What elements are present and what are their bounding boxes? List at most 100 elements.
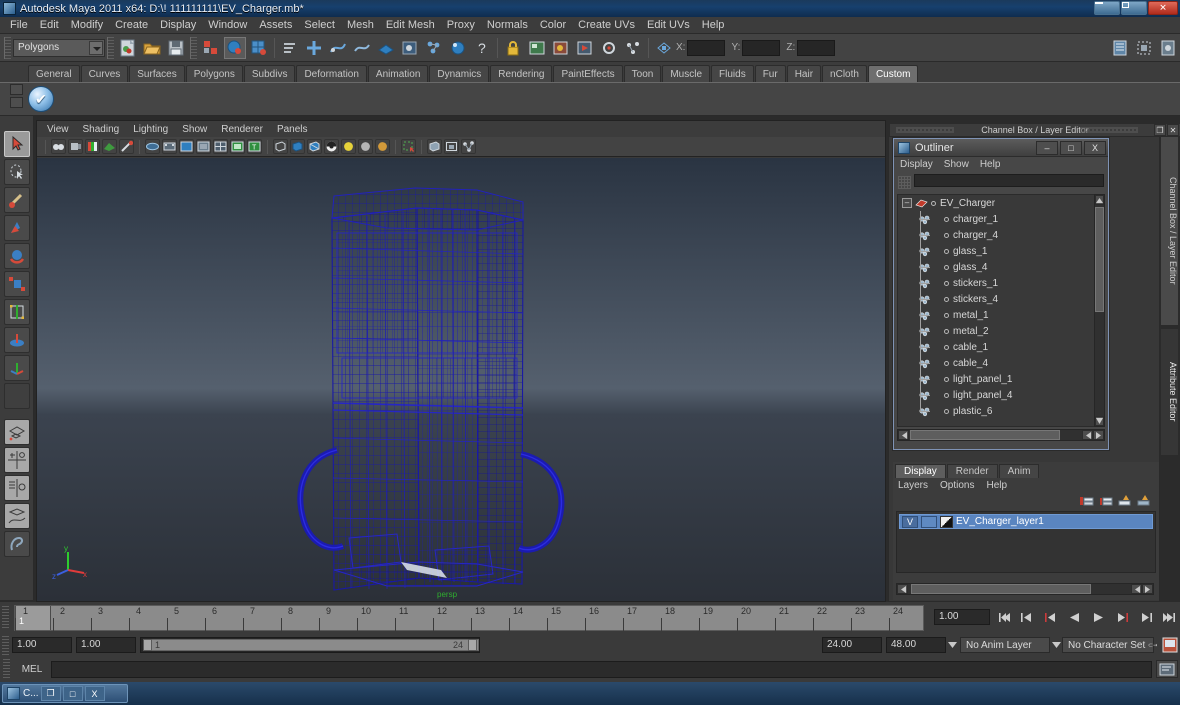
snap-to-plane-icon[interactable]	[375, 37, 397, 59]
shelf-tab-muscle[interactable]: Muscle	[662, 65, 711, 82]
outliner-row-cable-1[interactable]: cable_1	[898, 339, 1094, 355]
use-all-lights-icon[interactable]	[358, 139, 373, 154]
shadows-toggle-icon[interactable]	[375, 139, 390, 154]
go-to-start-button[interactable]	[996, 610, 1013, 625]
layer-hscroll-thumb[interactable]	[911, 584, 1091, 594]
viewport-menu-show[interactable]: Show	[182, 124, 221, 135]
snap-to-grid-icon[interactable]	[303, 37, 325, 59]
scroll-right-step-icon[interactable]	[1093, 430, 1104, 440]
gate-mask-icon[interactable]	[196, 139, 211, 154]
timeline-grip[interactable]	[2, 606, 9, 630]
menu-edit[interactable]: Edit	[34, 18, 65, 32]
range-handle-left[interactable]	[143, 639, 152, 651]
shelf-tab-fur[interactable]: Fur	[754, 65, 786, 82]
outliner-row-charger-4[interactable]: charger_4	[898, 227, 1094, 243]
render-globals-icon[interactable]	[447, 37, 469, 59]
select-tool[interactable]	[3, 131, 30, 157]
isolate-select-icon[interactable]	[401, 139, 416, 154]
component-mask-icon[interactable]	[279, 37, 301, 59]
outliner-tree[interactable]: – EV_Charger charger_1 charger_4 glass_1…	[897, 194, 1095, 427]
hotbox-layout[interactable]	[3, 531, 30, 557]
step-forward-frame-button[interactable]	[1114, 610, 1131, 625]
persp-graph-layout[interactable]	[3, 503, 30, 529]
character-set-selector[interactable]: No Character Set	[1062, 637, 1154, 653]
wireframe-shading-icon[interactable]	[273, 139, 288, 154]
scroll-left-step-icon[interactable]	[1082, 430, 1093, 440]
show-channel-box-icon[interactable]	[1109, 37, 1131, 59]
toolbar-grip-3[interactable]	[190, 36, 197, 59]
outliner-horizontal-scrollbar[interactable]	[897, 429, 1105, 441]
go-to-end-button[interactable]	[1160, 610, 1177, 625]
z-coord-field[interactable]	[797, 39, 836, 56]
vertical-tab-channel-box[interactable]: Channel Box / Layer Editor	[1160, 136, 1179, 326]
range-start-field[interactable]: 1.00	[76, 637, 136, 653]
menuset-selector[interactable]: Polygons	[13, 38, 105, 57]
outliner-row-cable-4[interactable]: cable_4	[898, 355, 1094, 371]
layer-menu-options[interactable]: Options	[940, 480, 974, 491]
range-end-field[interactable]: 24.00	[822, 637, 882, 653]
shelf-tab-painteffects[interactable]: PaintEffects	[553, 65, 623, 82]
render-current-frame-icon[interactable]	[550, 37, 572, 59]
outliner-close-button[interactable]: X	[1084, 141, 1106, 155]
snap-to-curve-icon[interactable]	[327, 37, 349, 59]
toggle-snap-icon[interactable]	[653, 37, 675, 59]
outliner-menu-help[interactable]: Help	[980, 159, 1001, 170]
resolution-gate-icon[interactable]	[179, 139, 194, 154]
lasso-select-tool[interactable]	[3, 159, 30, 185]
menu-window[interactable]: Window	[202, 18, 253, 32]
timeline-track[interactable]: 1 1 2 3 4 5 6 7 8 9 10 11 12 13 14 15 16…	[14, 605, 924, 631]
film-gate-icon[interactable]	[162, 139, 177, 154]
outliner-row-charger-1[interactable]: charger_1	[898, 211, 1094, 227]
outliner-row-glass-1[interactable]: glass_1	[898, 243, 1094, 259]
lock-icon[interactable]	[502, 37, 524, 59]
menu-create[interactable]: Create	[109, 18, 154, 32]
layer-list[interactable]: V EV_Charger_layer1	[896, 511, 1156, 573]
viewport-menu-lighting[interactable]: Lighting	[133, 124, 182, 135]
select-by-component-type-icon[interactable]	[248, 37, 270, 59]
current-time-indicator[interactable]: 1	[15, 606, 51, 630]
safe-action-icon[interactable]	[230, 139, 245, 154]
soft-modification-tool[interactable]	[3, 327, 30, 353]
step-back-frame-button[interactable]	[1042, 610, 1059, 625]
menu-edit-uvs[interactable]: Edit UVs	[641, 18, 696, 32]
taskbar-close-button[interactable]: X	[84, 686, 105, 701]
shelf-tab-hair[interactable]: Hair	[786, 65, 822, 82]
image-plane-icon[interactable]	[102, 139, 117, 154]
anim-start-field[interactable]: 1.00	[12, 637, 72, 653]
scale-tool[interactable]	[3, 271, 30, 297]
show-tool-settings-icon[interactable]	[1157, 37, 1179, 59]
maximize-button[interactable]	[1121, 1, 1147, 15]
viewport-menu-view[interactable]: View	[47, 124, 83, 135]
menu-create-uvs[interactable]: Create UVs	[572, 18, 641, 32]
menu-normals[interactable]: Normals	[481, 18, 534, 32]
command-line-grip[interactable]	[3, 659, 10, 679]
outliner-menu-show[interactable]: Show	[944, 159, 969, 170]
last-tool-used[interactable]	[3, 383, 30, 409]
layer-editor-hscrollbar[interactable]	[896, 583, 1154, 595]
menu-mesh[interactable]: Mesh	[341, 18, 380, 32]
safe-title-icon[interactable]: T	[247, 139, 262, 154]
outliner-row-metal-1[interactable]: metal_1	[898, 307, 1094, 323]
menu-modify[interactable]: Modify	[65, 18, 109, 32]
menu-assets[interactable]: Assets	[253, 18, 298, 32]
anim-layer-chevron-icon[interactable]	[1052, 640, 1061, 649]
y-coord-field[interactable]	[742, 39, 781, 56]
scroll-down-icon[interactable]	[1095, 416, 1104, 426]
scroll-up-icon[interactable]	[1095, 195, 1104, 205]
construction-history-icon[interactable]	[423, 37, 445, 59]
shelf-tab-deformation[interactable]: Deformation	[296, 65, 367, 82]
menu-help[interactable]: Help	[696, 18, 731, 32]
taskbar-window-item[interactable]: C... ❐ □ X	[2, 684, 128, 703]
shelf-tab-fluids[interactable]: Fluids	[711, 65, 754, 82]
outliner-hscroll-thumb[interactable]	[910, 430, 1060, 440]
shelf-tab-animation[interactable]: Animation	[367, 65, 429, 82]
help-question-icon[interactable]: ?	[471, 37, 493, 59]
select-by-object-type-icon[interactable]	[224, 36, 246, 59]
new-layer-from-selected-icon[interactable]	[1099, 495, 1113, 508]
play-backwards-button[interactable]	[1066, 610, 1083, 625]
toolbar-grip[interactable]	[4, 36, 11, 59]
shelf-tab-rendering[interactable]: Rendering	[490, 65, 553, 82]
outliner-menu-display[interactable]: Display	[900, 159, 933, 170]
viewport-3d-canvas[interactable]: persp y x z	[37, 158, 885, 601]
universal-manipulator-tool[interactable]	[3, 299, 30, 325]
